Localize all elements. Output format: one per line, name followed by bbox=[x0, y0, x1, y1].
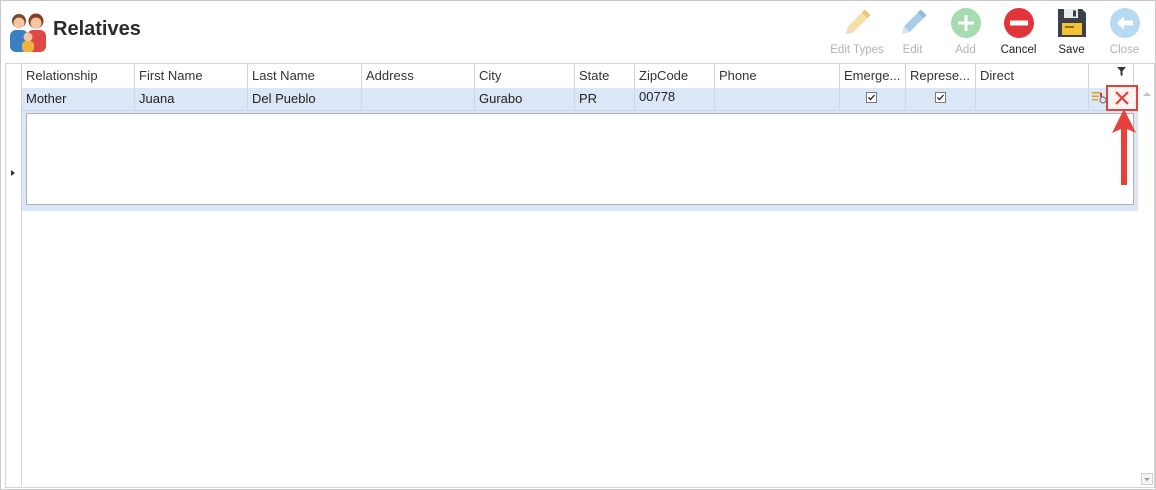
representative-checkbox[interactable] bbox=[935, 92, 946, 103]
vertical-scrollbar[interactable] bbox=[1140, 88, 1154, 486]
row-indicator-column bbox=[6, 88, 22, 486]
edit-row-icon[interactable] bbox=[1091, 90, 1107, 109]
cancel-label: Cancel bbox=[1000, 44, 1037, 56]
arrow-left-circle-icon bbox=[1107, 5, 1143, 41]
emergency-checkbox[interactable] bbox=[866, 92, 877, 103]
table-row[interactable]: Mother Juana Del Pueblo Gurabo PR 00778 bbox=[22, 88, 1128, 111]
cell-last-name[interactable]: Del Pueblo bbox=[248, 88, 362, 110]
column-header-state[interactable]: State bbox=[575, 64, 635, 88]
relatives-grid: Relationship First Name Last Name Addres… bbox=[5, 63, 1155, 488]
plus-circle-icon bbox=[948, 5, 984, 41]
close-label: Close bbox=[1109, 44, 1140, 56]
minus-circle-icon bbox=[1001, 5, 1037, 41]
column-header-phone[interactable]: Phone bbox=[715, 64, 840, 88]
cancel-button[interactable]: Cancel bbox=[992, 5, 1045, 59]
grid-header: Relationship First Name Last Name Addres… bbox=[6, 64, 1154, 89]
cell-representative bbox=[906, 88, 976, 110]
save-button[interactable]: Save bbox=[1045, 5, 1098, 59]
edit-label: Edit bbox=[902, 44, 923, 56]
detail-panel bbox=[22, 111, 1138, 211]
cell-phone[interactable] bbox=[715, 88, 840, 110]
column-header-city[interactable]: City bbox=[475, 64, 575, 88]
detail-content-area[interactable] bbox=[26, 113, 1134, 205]
toolbar: Edit Types Edit Add Cancel Save Close bbox=[828, 5, 1151, 59]
delete-row-button[interactable] bbox=[1106, 85, 1138, 111]
column-header-zipcode[interactable]: ZipCode bbox=[635, 64, 715, 88]
edit-button[interactable]: Edit bbox=[886, 5, 939, 59]
cell-emergency bbox=[840, 88, 906, 110]
edit-types-button[interactable]: Edit Types bbox=[828, 5, 886, 59]
cell-relationship[interactable]: Mother bbox=[22, 88, 135, 110]
pencil-icon bbox=[839, 5, 875, 41]
filter-icon[interactable] bbox=[1117, 64, 1126, 82]
cell-first-name[interactable]: Juana bbox=[135, 88, 248, 110]
add-label: Add bbox=[955, 44, 976, 56]
delete-x-icon bbox=[1115, 91, 1129, 105]
pencil-blue-icon bbox=[895, 5, 931, 41]
scroll-up-icon[interactable] bbox=[1143, 92, 1151, 96]
column-header-relationship[interactable]: Relationship bbox=[22, 64, 135, 88]
cell-zipcode[interactable]: 00778 bbox=[635, 88, 715, 110]
column-header-address[interactable]: Address bbox=[362, 64, 475, 88]
window-header: Relatives bbox=[7, 10, 141, 54]
floppy-disk-icon bbox=[1054, 5, 1090, 41]
column-header-emergency[interactable]: Emerge... bbox=[840, 64, 906, 88]
annotation-arrow-icon bbox=[1112, 109, 1136, 194]
cell-direct[interactable] bbox=[976, 88, 1089, 110]
family-icon bbox=[7, 11, 49, 53]
close-button[interactable]: Close bbox=[1098, 5, 1151, 59]
column-header-last-name[interactable]: Last Name bbox=[248, 64, 362, 88]
column-header-representative[interactable]: Represe... bbox=[906, 64, 976, 88]
scroll-down-button[interactable] bbox=[1141, 473, 1153, 485]
add-button[interactable]: Add bbox=[939, 5, 992, 59]
page-title: Relatives bbox=[53, 17, 141, 40]
cell-state[interactable]: PR bbox=[575, 88, 635, 110]
row-indicator-icon bbox=[11, 170, 15, 176]
column-header-direct[interactable]: Direct bbox=[976, 64, 1089, 88]
cell-city[interactable]: Gurabo bbox=[475, 88, 575, 110]
edit-types-label: Edit Types bbox=[830, 44, 884, 56]
column-header-first-name[interactable]: First Name bbox=[135, 64, 248, 88]
save-label: Save bbox=[1058, 44, 1085, 56]
header-corner bbox=[6, 64, 22, 88]
relatives-window: Relatives Edit Types Edit Add Cancel Sav… bbox=[0, 0, 1156, 490]
cell-address[interactable] bbox=[362, 88, 475, 110]
